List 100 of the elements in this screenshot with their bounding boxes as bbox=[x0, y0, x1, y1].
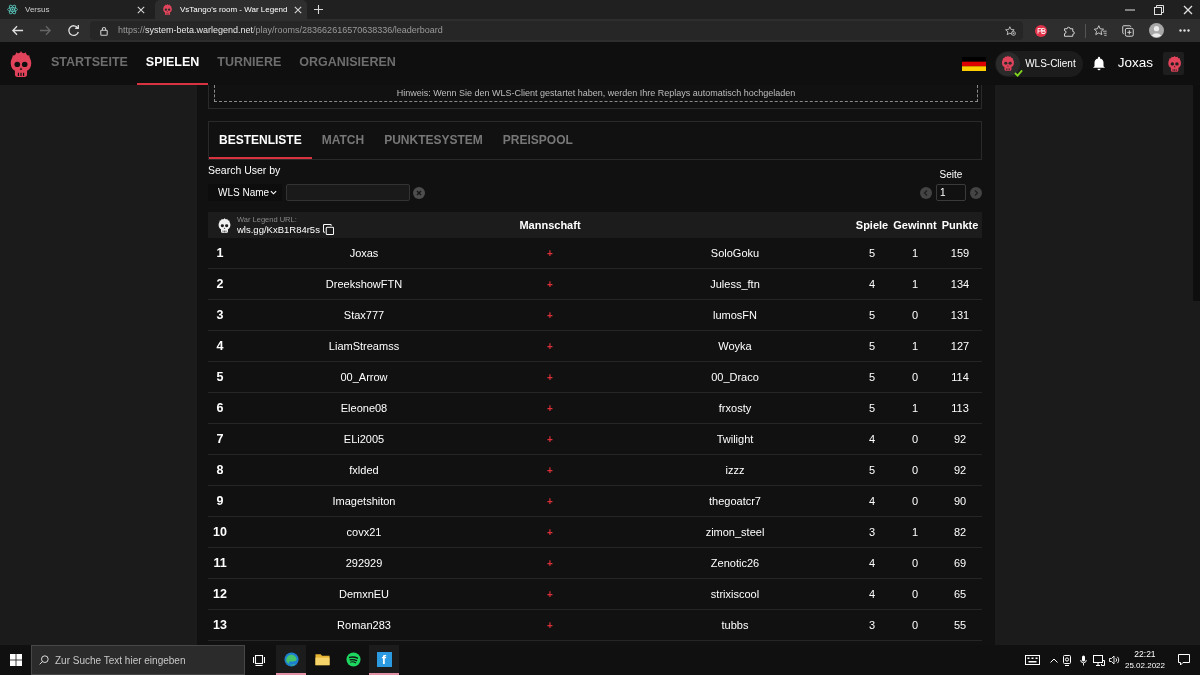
keyboard-icon[interactable] bbox=[1024, 655, 1040, 665]
windows-icon[interactable] bbox=[10, 654, 22, 666]
nav-tab[interactable]: TURNIERE bbox=[208, 42, 291, 85]
games-count: 4 bbox=[868, 555, 876, 571]
restore-icon[interactable] bbox=[1154, 4, 1164, 15]
plus-sign: + bbox=[547, 246, 553, 261]
player-name: Zenotic26 bbox=[710, 555, 760, 571]
search-field[interactable]: Zur Suche Text hier eingeben bbox=[31, 645, 245, 675]
notification-icon[interactable] bbox=[1178, 654, 1190, 666]
clock-time[interactable]: 22:21 bbox=[1134, 649, 1156, 660]
search-by-dropdown[interactable]: WLS Name bbox=[208, 184, 282, 201]
plus-sign: + bbox=[547, 339, 553, 354]
games-count: 5 bbox=[868, 245, 876, 261]
profile-icon[interactable] bbox=[1148, 23, 1164, 38]
client-button[interactable]: WLS-Client bbox=[995, 50, 1083, 77]
device-icon[interactable] bbox=[1062, 654, 1071, 666]
wins-count: 1 bbox=[911, 524, 919, 540]
address-bar[interactable]: https://system-beta.warlegend.net/play/rooms/283662616570638336/leaderboard bbox=[90, 21, 1023, 40]
network-icon[interactable] bbox=[1092, 654, 1105, 666]
plus-sign: + bbox=[547, 494, 553, 509]
nav-tab[interactable]: STARTSEITE bbox=[42, 42, 137, 85]
browser-tab[interactable]: VsTango's room - War Legend bbox=[155, 0, 307, 19]
wins-count: 1 bbox=[911, 400, 919, 416]
task-view-icon[interactable] bbox=[253, 654, 265, 666]
tab[interactable]: MATCH bbox=[311, 122, 375, 159]
reload-icon[interactable] bbox=[66, 24, 80, 37]
player-name: 292929 bbox=[345, 555, 383, 571]
tab[interactable]: PREISPOOL bbox=[492, 122, 583, 159]
lock-icon[interactable] bbox=[100, 25, 108, 36]
skull-avatar-icon[interactable] bbox=[1163, 52, 1184, 75]
player-name: Eleone08 bbox=[340, 400, 388, 416]
new-tab-icon[interactable] bbox=[313, 5, 323, 14]
games-count: 5 bbox=[868, 462, 876, 478]
games-count: 4 bbox=[868, 493, 876, 509]
puzzle-icon[interactable] bbox=[1063, 24, 1075, 37]
waves-circle-icon bbox=[345, 651, 361, 667]
player-name: izzz bbox=[725, 462, 745, 478]
favorites-icon[interactable] bbox=[1093, 25, 1107, 36]
minimize-icon[interactable] bbox=[1125, 8, 1135, 11]
tab[interactable]: BESTENLISTE bbox=[209, 122, 312, 159]
letter-tile-icon: f bbox=[376, 651, 392, 667]
speaker-icon[interactable] bbox=[1108, 655, 1120, 665]
points-count: 55 bbox=[953, 617, 967, 633]
taskbar-button[interactable] bbox=[276, 645, 306, 675]
notice-text: Hinweis: Wenn Sie den WLS-Client gestartet haben, werden Ihre Replays automatisch hochgeladen bbox=[396, 88, 796, 99]
points-count: 134 bbox=[950, 276, 970, 292]
wins-count: 1 bbox=[911, 245, 919, 261]
bell-icon[interactable] bbox=[1091, 56, 1106, 71]
search-field[interactable] bbox=[286, 184, 410, 201]
wins-count: 0 bbox=[911, 586, 919, 602]
column-header: Mannschaft bbox=[519, 217, 581, 233]
rank-number: 12 bbox=[213, 585, 227, 603]
games-count: 3 bbox=[868, 617, 876, 633]
close-icon[interactable] bbox=[293, 5, 302, 14]
games-count: 5 bbox=[868, 400, 876, 416]
copy-icon[interactable] bbox=[322, 224, 334, 235]
wins-count: 0 bbox=[911, 555, 919, 571]
username[interactable]: Joxas bbox=[1117, 53, 1153, 74]
player-name: DemxnEU bbox=[338, 586, 390, 602]
back-icon[interactable] bbox=[10, 24, 24, 37]
profile-url[interactable]: wls.gg/KxB1R84r5s bbox=[237, 223, 320, 236]
rank-number: 11 bbox=[213, 554, 227, 572]
player-name: Twilight bbox=[716, 431, 754, 447]
collections-icon[interactable] bbox=[1122, 24, 1134, 37]
wins-count: 0 bbox=[911, 617, 919, 633]
microphone-icon[interactable] bbox=[1079, 654, 1087, 666]
chevron-up-icon[interactable] bbox=[1049, 657, 1058, 663]
more-icon[interactable] bbox=[1178, 29, 1190, 32]
skull-icon bbox=[217, 217, 232, 233]
wins-count: 1 bbox=[911, 338, 919, 354]
page-field[interactable]: 1 bbox=[936, 184, 966, 201]
player-name: Woyka bbox=[718, 338, 752, 354]
chevron-down-icon bbox=[270, 190, 277, 195]
favorite-star-icon[interactable] bbox=[1005, 25, 1016, 36]
player-name: lumosFN bbox=[713, 307, 757, 323]
points-count: 159 bbox=[950, 245, 970, 261]
flaming-skull-logo-icon[interactable] bbox=[8, 50, 34, 77]
extension-icon[interactable] bbox=[1035, 24, 1047, 37]
rank-number: 8 bbox=[216, 461, 224, 479]
points-count: 65 bbox=[953, 586, 967, 602]
tab[interactable]: PUNKTESYSTEM bbox=[374, 122, 493, 159]
folder-icon bbox=[314, 652, 330, 666]
close-icon[interactable] bbox=[1183, 4, 1193, 15]
nav-tab[interactable]: ORGANISIEREN bbox=[290, 42, 405, 85]
wins-count: 0 bbox=[911, 431, 919, 447]
plus-sign: + bbox=[547, 308, 553, 323]
skull-avatar-icon bbox=[996, 51, 1021, 76]
wins-count: 0 bbox=[911, 493, 919, 509]
flag-icon[interactable] bbox=[962, 56, 987, 71]
plus-sign: + bbox=[547, 587, 553, 602]
search-label: Search User by bbox=[208, 164, 281, 176]
rank-number: 5 bbox=[216, 368, 224, 386]
rank-number: 13 bbox=[213, 616, 227, 634]
plus-sign: + bbox=[547, 525, 553, 540]
points-count: 127 bbox=[950, 338, 970, 354]
player-name: ELi2005 bbox=[343, 431, 385, 447]
clock-date[interactable]: 25.02.2022 bbox=[1124, 660, 1165, 671]
plus-sign: + bbox=[547, 432, 553, 447]
close-icon[interactable] bbox=[137, 5, 145, 14]
swirl-icon bbox=[283, 651, 299, 667]
